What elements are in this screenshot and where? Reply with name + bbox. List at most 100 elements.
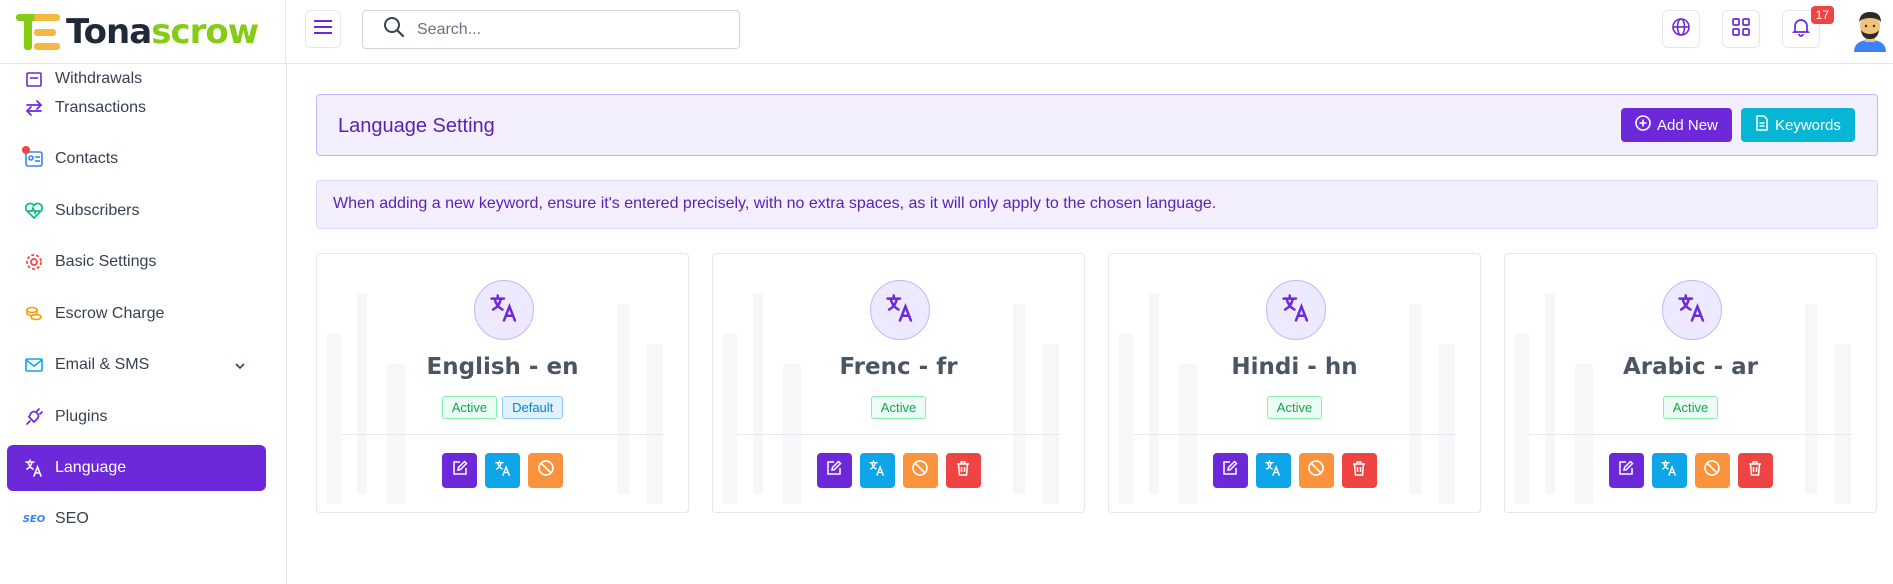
logo-text-part2: scrow [151,12,259,52]
status-tags: Active Default [317,396,688,419]
trash-icon [1351,460,1367,481]
translate-badge [870,280,930,340]
sidebar: Withdrawals Transactions Contacts Subscr… [0,64,287,584]
ban-icon [1703,459,1721,482]
keywords-button[interactable]: Keywords [1741,108,1855,142]
status-badge: Active [441,396,498,419]
delete-button[interactable] [1341,453,1377,488]
user-avatar[interactable] [1850,8,1890,52]
sidebar-item-basic-settings[interactable]: Basic Settings [7,239,266,285]
mail-icon [24,355,44,375]
edit-button[interactable] [1212,453,1248,488]
seo-icon: SEO [22,513,46,525]
notifications-button[interactable]: 17 [1782,6,1834,48]
disable-button[interactable] [1298,453,1334,488]
logo-text: Tonascrow [66,12,259,52]
sidebar-item-subscribers[interactable]: Subscribers [7,188,266,234]
sidebar-item-label: Escrow Charge [55,305,165,322]
translate-icon [1282,293,1310,327]
gear-icon [24,252,44,272]
language-name: Frenc - fr [839,354,958,380]
language-card-french: Frenc - fr Active [712,253,1085,513]
edit-icon [826,460,842,481]
add-new-label: Add New [1657,116,1718,134]
sidebar-item-language[interactable]: Language [7,445,266,491]
divider [1529,434,1852,435]
add-new-button[interactable]: Add New [1621,108,1732,142]
delete-button[interactable] [1737,453,1773,488]
sidebar-item-escrow-charge[interactable]: Escrow Charge [7,291,266,337]
apps-button[interactable] [1722,10,1760,48]
sidebar-item-label: SEO [55,510,89,527]
translate-icon [1661,460,1677,481]
contact-card-icon [22,146,44,169]
sidebar-item-contacts[interactable]: Contacts [7,136,266,182]
divider [341,434,664,435]
language-name: English - en [426,354,579,380]
sidebar-item-label: Transactions [55,99,146,116]
sidebar-item-label: Language [55,459,127,476]
translate-button[interactable] [859,453,895,488]
top-header: Tonascrow 17 [0,0,1893,64]
arrows-left-right-icon [24,98,44,118]
sidebar-item-email-sms[interactable]: Email & SMS [7,342,266,388]
language-card-hindi: Hindi - hn Active [1108,253,1481,513]
ban-icon [537,459,555,482]
edit-icon [1222,460,1238,481]
keywords-label: Keywords [1775,116,1841,134]
translate-button[interactable] [1255,453,1291,488]
brand-logo[interactable]: Tonascrow [0,0,286,64]
sidebar-item-label: Contacts [55,150,119,167]
sidebar-item-transactions[interactable]: Transactions [7,85,266,131]
menu-toggle-button[interactable] [305,10,341,48]
status-badge: Active [870,396,927,419]
language-card-arabic: Arabic - ar Active [1504,253,1877,513]
status-badge: Active [1662,396,1719,419]
disable-button[interactable] [902,453,938,488]
sidebar-item-seo[interactable]: SEO SEO [7,496,266,542]
translate-icon [1678,293,1706,327]
translate-icon [1265,460,1281,481]
disable-button[interactable] [528,453,563,488]
page-title: Language Setting [338,115,495,137]
trash-icon [955,460,971,481]
default-badge: Default [502,396,564,419]
edit-button[interactable] [442,453,477,488]
translate-badge [1662,280,1722,340]
translate-button[interactable] [1651,453,1687,488]
heart-pulse-icon [24,201,44,221]
translate-icon [24,458,44,478]
search-icon [383,16,405,43]
document-icon [1755,115,1769,135]
search-input[interactable] [417,20,717,39]
chevron-down-icon [234,357,246,375]
coins-icon [24,304,44,324]
grid-icon [1732,17,1750,41]
search-box[interactable] [362,10,740,49]
sidebar-item-label: Email & SMS [55,356,150,373]
card-actions [713,453,1084,488]
contacts-alert-dot [22,146,30,154]
trash-icon [1747,460,1763,481]
ban-icon [911,459,929,482]
language-switch-button[interactable] [1662,10,1700,48]
edit-icon [452,460,468,481]
disable-button[interactable] [1694,453,1730,488]
language-card-english: English - en Active Default [316,253,689,513]
edit-button[interactable] [1608,453,1644,488]
sidebar-item-label: Subscribers [55,202,140,219]
sidebar-item-plugins[interactable]: Plugins [7,394,266,440]
delete-button[interactable] [945,453,981,488]
translate-button[interactable] [485,453,520,488]
ban-icon [1307,459,1325,482]
status-badge: Active [1266,396,1323,419]
translate-icon [886,293,914,327]
edit-button[interactable] [816,453,852,488]
translate-badge [1266,280,1326,340]
status-tags: Active [1505,396,1876,419]
sidebar-item-label: Basic Settings [55,253,157,270]
bell-icon [1791,17,1811,42]
card-actions [317,453,688,488]
plus-circle-icon [1635,115,1651,135]
language-name: Hindi - hn [1231,354,1358,380]
